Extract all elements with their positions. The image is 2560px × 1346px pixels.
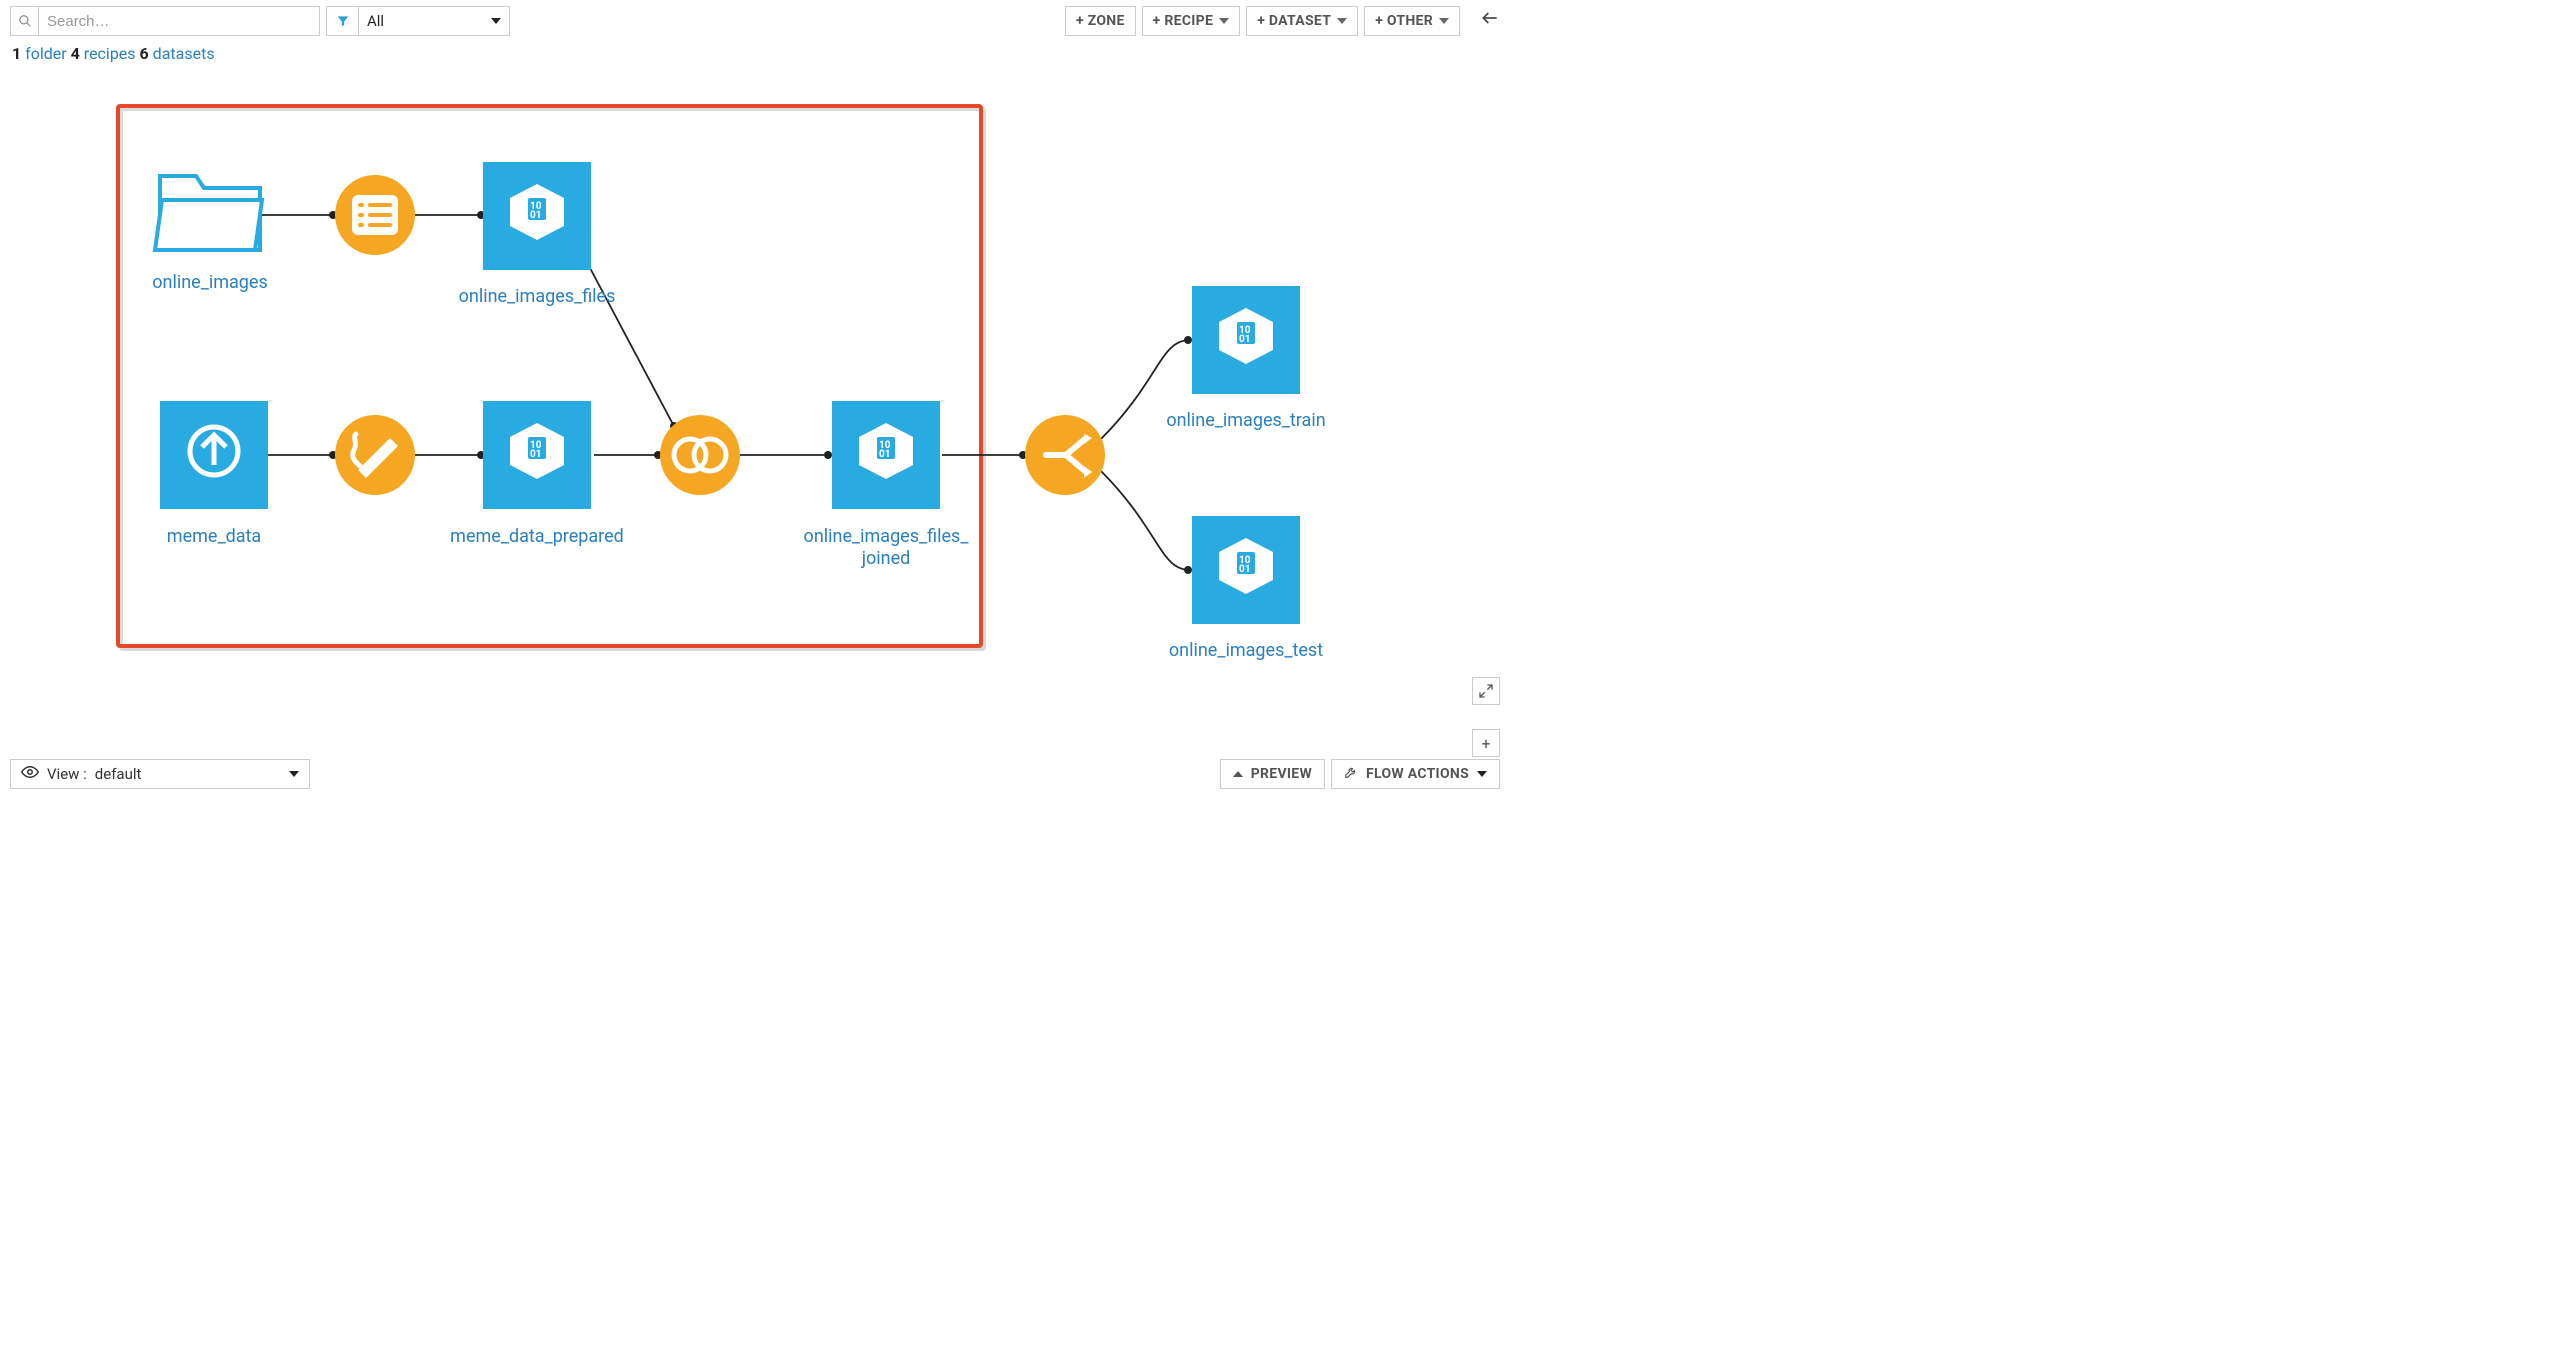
node-online-images-test[interactable]: 10 01 online_images_test	[1169, 516, 1323, 661]
node-label: meme_data_prepared	[450, 526, 624, 547]
fullscreen-button[interactable]	[1472, 677, 1500, 705]
node-label-line1: online_images_files_	[804, 526, 970, 547]
node-label: online_images_files	[459, 286, 616, 307]
flow-actions-button[interactable]: FLOW ACTIONS	[1331, 759, 1500, 789]
node-online-images-files[interactable]: 10 01 online_images_files	[459, 162, 616, 307]
recipe-split[interactable]	[1025, 415, 1105, 495]
svg-text:01: 01	[530, 210, 541, 221]
edge	[1100, 470, 1190, 570]
node-label: meme_data	[167, 526, 261, 547]
chevron-down-icon	[1219, 18, 1229, 24]
add-zone-button[interactable]: + ZONE	[1065, 6, 1136, 36]
svg-text:01: 01	[879, 449, 890, 460]
view-prefix: View :	[47, 765, 87, 783]
chevron-down-icon	[491, 18, 501, 24]
svg-text:01: 01	[1239, 564, 1250, 575]
add-dataset-label: + DATASET	[1257, 13, 1331, 29]
node-online-images-train[interactable]: 10 01 online_images_train	[1166, 286, 1325, 431]
node-meme-data-prepared[interactable]: 10 01 meme_data_prepared	[450, 401, 624, 547]
filter-value: All	[367, 12, 384, 30]
recipe-join[interactable]	[660, 415, 740, 495]
add-zone-label: + ZONE	[1076, 13, 1125, 29]
filter-icon	[327, 7, 359, 35]
svg-text:01: 01	[1239, 334, 1250, 345]
dataset-count: 6	[140, 44, 149, 63]
add-dataset-button[interactable]: + DATASET	[1246, 6, 1358, 36]
chevron-down-icon	[1477, 771, 1487, 777]
recipe-prepare[interactable]	[335, 415, 415, 495]
filter-select[interactable]: All	[359, 7, 509, 35]
recipe-count-label: recipes	[84, 44, 136, 63]
folder-count: 1	[12, 44, 21, 63]
add-other-button[interactable]: + OTHER	[1364, 6, 1460, 36]
filter-container: All	[326, 6, 510, 36]
node-label: online_images_test	[1169, 640, 1323, 661]
node-online-images[interactable]: online_images	[152, 176, 267, 293]
search-container	[10, 6, 320, 36]
recipe-count: 4	[71, 44, 80, 63]
chevron-up-icon	[1233, 771, 1243, 777]
chevron-down-icon	[1439, 18, 1449, 24]
add-recipe-label: + RECIPE	[1153, 13, 1214, 29]
edge-endpoint	[1184, 566, 1192, 574]
wrench-icon	[1344, 765, 1358, 783]
svg-text:01: 01	[530, 449, 541, 460]
object-counts: 1 folder 4 recipes 6 datasets	[12, 44, 215, 63]
zoom-in-button[interactable]: +	[1472, 729, 1500, 757]
search-icon	[11, 7, 39, 35]
node-label: online_images_train	[1166, 410, 1325, 431]
node-meme-data[interactable]: meme_data	[160, 401, 268, 547]
folder-count-label: folder	[25, 44, 67, 63]
chevron-down-icon	[289, 771, 299, 777]
recipe-list-folder[interactable]	[335, 175, 415, 255]
view-name: default	[95, 765, 142, 783]
flow-actions-label: FLOW ACTIONS	[1366, 766, 1469, 782]
view-select[interactable]: View : default	[10, 759, 310, 789]
search-input[interactable]	[39, 7, 319, 35]
eye-icon	[21, 763, 39, 785]
edge-endpoint	[1184, 336, 1192, 344]
dataset-count-label: datasets	[153, 44, 215, 63]
add-other-label: + OTHER	[1375, 13, 1433, 29]
flow-canvas[interactable]: online_images	[0, 70, 1460, 755]
preview-button[interactable]: PREVIEW	[1220, 759, 1325, 789]
add-recipe-button[interactable]: + RECIPE	[1142, 6, 1241, 36]
node-online-images-files-joined[interactable]: 10 01 online_images_files_ joined	[804, 401, 970, 569]
collapse-panel-icon[interactable]	[1480, 8, 1500, 34]
node-label-line2: joined	[861, 548, 911, 569]
node-label: online_images	[152, 272, 267, 293]
preview-label: PREVIEW	[1251, 766, 1312, 782]
chevron-down-icon	[1337, 18, 1347, 24]
edge-endpoint	[824, 451, 832, 459]
